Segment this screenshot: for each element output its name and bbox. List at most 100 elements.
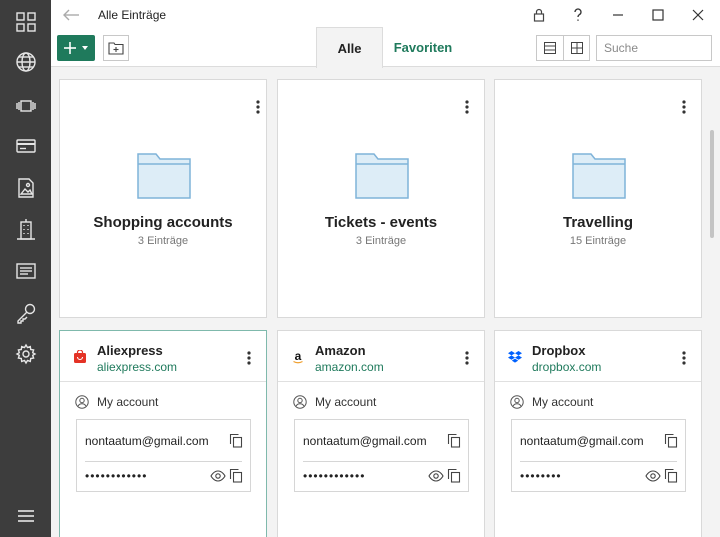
account-card[interactable]: a Amazon amazon.com My account nontaatum…: [277, 330, 485, 537]
account-user-label: My account: [97, 395, 159, 409]
copy-login-icon[interactable]: [229, 433, 243, 448]
copy-password-icon[interactable]: [229, 468, 243, 483]
tab-all[interactable]: Alle: [316, 27, 383, 68]
amazon-logo-icon: a: [290, 349, 306, 365]
show-password-icon[interactable]: [645, 470, 661, 482]
folder-name: Tickets - events: [324, 214, 438, 231]
kebab-menu-icon: [247, 351, 251, 365]
more-options-button[interactable]: [459, 97, 475, 117]
grid-view-icon: [570, 42, 583, 54]
account-url-link[interactable]: dropbox.com: [532, 360, 601, 374]
copy-password-icon[interactable]: [664, 468, 678, 483]
close-button[interactable]: [688, 5, 708, 25]
maximize-button[interactable]: [648, 5, 668, 25]
folder-card[interactable]: Travelling 15 Einträge: [494, 79, 702, 318]
lock-button[interactable]: [529, 5, 549, 25]
app-window-icon: [15, 100, 36, 112]
credit-card-icon: [15, 139, 36, 153]
more-options-button[interactable]: [459, 348, 475, 368]
scrollbar[interactable]: [710, 130, 714, 238]
password-masked: ••••••••••••: [85, 469, 148, 483]
copy-login-icon[interactable]: [664, 433, 678, 448]
divider: [85, 461, 242, 462]
key-icon: [16, 303, 35, 324]
minimize-button[interactable]: [608, 5, 628, 25]
new-folder-icon: [108, 42, 124, 55]
more-options-button[interactable]: [250, 97, 266, 117]
password-masked: ••••••••••••: [303, 469, 366, 483]
toolbar: Alle Favoriten: [51, 27, 720, 68]
show-password-icon[interactable]: [210, 470, 226, 482]
copy-password-icon[interactable]: [447, 468, 461, 483]
account-url-link[interactable]: amazon.com: [315, 360, 384, 374]
window-title: Alle Einträge: [98, 8, 167, 22]
account-user-label: My account: [532, 395, 594, 409]
account-user: My account: [510, 395, 593, 409]
dropbox-logo-icon: [507, 349, 523, 365]
back-arrow-icon[interactable]: [61, 6, 81, 24]
sidebar: [0, 0, 51, 537]
divider: [303, 461, 460, 462]
help-button[interactable]: [568, 5, 588, 25]
chevron-down-icon: [82, 46, 88, 50]
gear-icon: [15, 343, 36, 365]
websites-nav[interactable]: [0, 42, 51, 82]
add-entry-button[interactable]: [57, 35, 95, 61]
account-card[interactable]: Dropbox dropbox.com My account nontaatum…: [494, 330, 702, 537]
plus-icon: [64, 42, 76, 54]
kebab-menu-icon: [682, 351, 686, 365]
grid-icon: [15, 12, 36, 32]
account-name: Aliexpress: [97, 343, 163, 358]
show-password-icon[interactable]: [428, 470, 444, 482]
addresses-nav[interactable]: [0, 210, 51, 250]
folder-card[interactable]: Tickets - events 3 Einträge: [277, 79, 485, 318]
account-name: Dropbox: [532, 343, 586, 358]
list-view-button[interactable]: [537, 36, 563, 60]
svg-text:a: a: [295, 350, 302, 363]
account-card-header: Dropbox dropbox.com: [495, 331, 701, 382]
new-folder-button[interactable]: [103, 35, 129, 61]
account-card-header: a Amazon amazon.com: [278, 331, 484, 382]
maximize-icon: [652, 9, 664, 21]
question-mark-icon: [574, 8, 582, 21]
images-nav[interactable]: [0, 168, 51, 208]
credentials-box: nontaatum@gmail.com ••••••••••••: [294, 419, 469, 492]
all-entries-nav[interactable]: [0, 2, 51, 42]
login-email: nontaatum@gmail.com: [85, 434, 209, 448]
applications-nav[interactable]: [0, 86, 51, 126]
more-options-button[interactable]: [676, 97, 692, 117]
image-document-icon: [17, 178, 34, 198]
tab-favorites[interactable]: Favoriten: [383, 27, 463, 67]
grid-view-button[interactable]: [563, 36, 589, 60]
account-card[interactable]: Aliexpress aliexpress.com My account non…: [59, 330, 267, 537]
copy-login-icon[interactable]: [447, 433, 461, 448]
menu-button[interactable]: [0, 496, 51, 536]
kebab-menu-icon: [682, 100, 686, 114]
password-generator-nav[interactable]: [0, 293, 51, 333]
note-icon: [15, 263, 36, 279]
account-card-header: Aliexpress aliexpress.com: [60, 331, 266, 382]
more-options-button[interactable]: [241, 348, 257, 368]
kebab-menu-icon: [256, 100, 260, 114]
entries-grid: Shopping accounts 3 Einträge Tickets - e…: [51, 68, 720, 537]
search-input[interactable]: [596, 35, 712, 61]
credentials-box: nontaatum@gmail.com ••••••••: [511, 419, 686, 492]
more-options-button[interactable]: [676, 348, 692, 368]
folder-entry-count: 3 Einträge: [355, 235, 407, 247]
account-user: My account: [75, 395, 158, 409]
account-user-label: My account: [315, 395, 377, 409]
folder-icon: [572, 153, 626, 199]
folder-name: Travelling: [562, 214, 634, 231]
account-url-link[interactable]: aliexpress.com: [97, 360, 177, 374]
login-email: nontaatum@gmail.com: [520, 434, 644, 448]
view-toggle: [536, 35, 590, 61]
settings-nav[interactable]: [0, 334, 51, 374]
notes-nav[interactable]: [0, 251, 51, 291]
folder-entry-count: 15 Einträge: [569, 235, 627, 247]
account-user: My account: [293, 395, 376, 409]
bank-cards-nav[interactable]: [0, 126, 51, 166]
folder-card[interactable]: Shopping accounts 3 Einträge: [59, 79, 267, 318]
user-icon: [75, 395, 89, 409]
folder-entry-count: 3 Einträge: [137, 235, 189, 247]
credentials-box: nontaatum@gmail.com ••••••••••••: [76, 419, 251, 492]
